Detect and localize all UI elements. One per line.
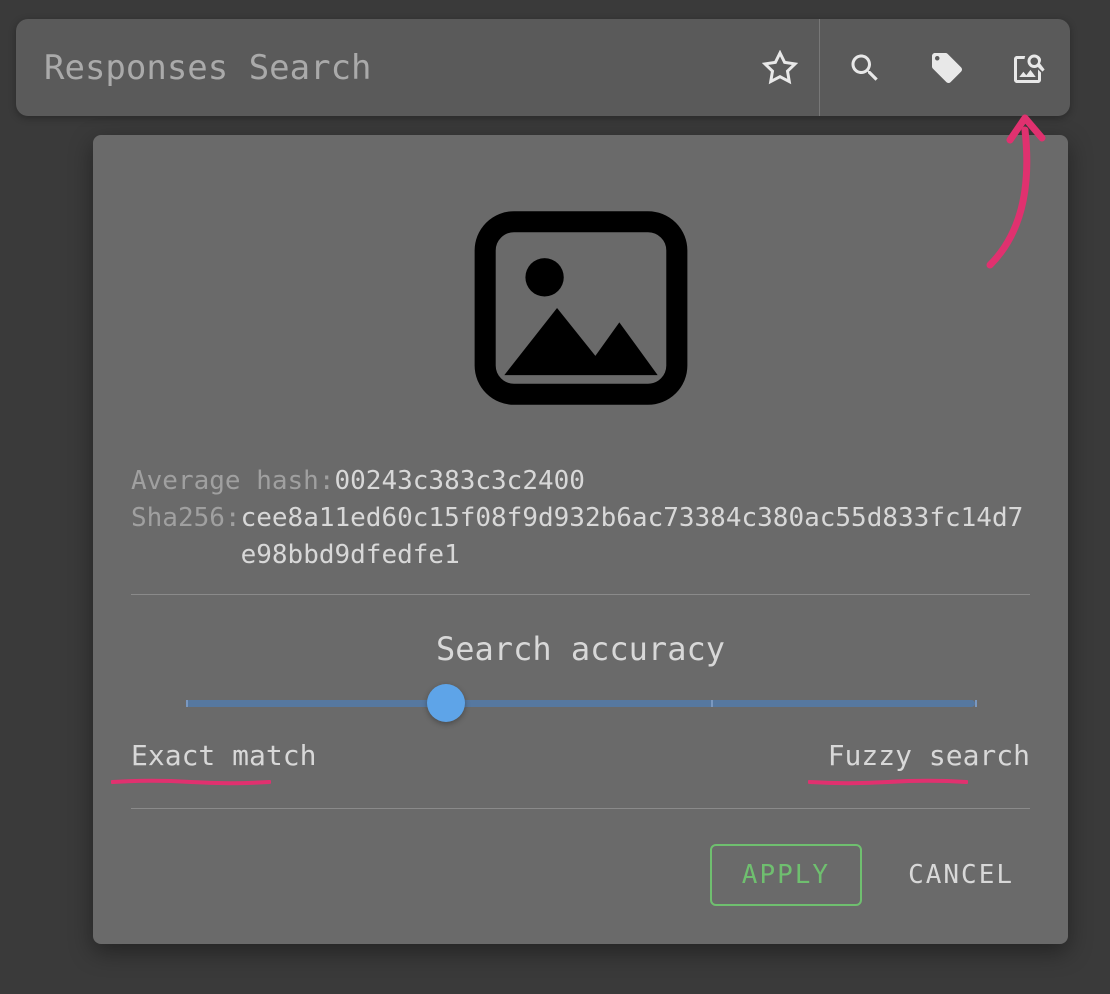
exact-match-label: Exact match — [131, 739, 316, 778]
slider-labels: Exact match Fuzzy search — [131, 739, 1030, 778]
search-icon — [847, 50, 883, 86]
tag-icon — [929, 50, 965, 86]
average-hash-value: 00243c383c3c2400 — [335, 466, 585, 496]
star-button[interactable] — [740, 19, 820, 116]
search-toolbar — [740, 19, 1070, 116]
image-icon — [451, 193, 711, 423]
fuzzy-search-label: Fuzzy search — [828, 739, 1030, 778]
sha256-label: Sha256: — [131, 500, 241, 574]
cancel-button[interactable]: CANCEL — [892, 846, 1030, 904]
annotation-underline — [808, 778, 968, 786]
image-placeholder — [131, 193, 1030, 423]
slider-track — [186, 700, 975, 707]
average-hash-label: Average hash: — [131, 466, 335, 496]
accuracy-section: Search accuracy Exact match Fuzzy search — [131, 630, 1030, 778]
divider — [131, 594, 1030, 595]
search-button[interactable] — [824, 19, 906, 116]
star-icon — [762, 50, 798, 86]
apply-button[interactable]: APPLY — [710, 844, 862, 906]
accuracy-title: Search accuracy — [131, 630, 1030, 668]
slider-thumb[interactable] — [427, 684, 465, 722]
hash-info: Average hash:00243c383c3c2400 Sha256:cee… — [131, 463, 1030, 574]
image-search-button[interactable] — [988, 19, 1070, 116]
responses-search-input[interactable] — [16, 19, 740, 116]
divider — [131, 808, 1030, 809]
accuracy-slider[interactable] — [186, 700, 975, 707]
image-search-icon — [1011, 50, 1047, 86]
sha256-value: cee8a11ed60c15f08f9d932b6ac73384c380ac55… — [241, 500, 1030, 574]
search-bar — [16, 19, 1070, 116]
image-search-dialog: Average hash:00243c383c3c2400 Sha256:cee… — [93, 135, 1068, 944]
tag-button[interactable] — [906, 19, 988, 116]
dialog-buttons: APPLY CANCEL — [131, 844, 1030, 906]
annotation-underline — [111, 778, 271, 786]
